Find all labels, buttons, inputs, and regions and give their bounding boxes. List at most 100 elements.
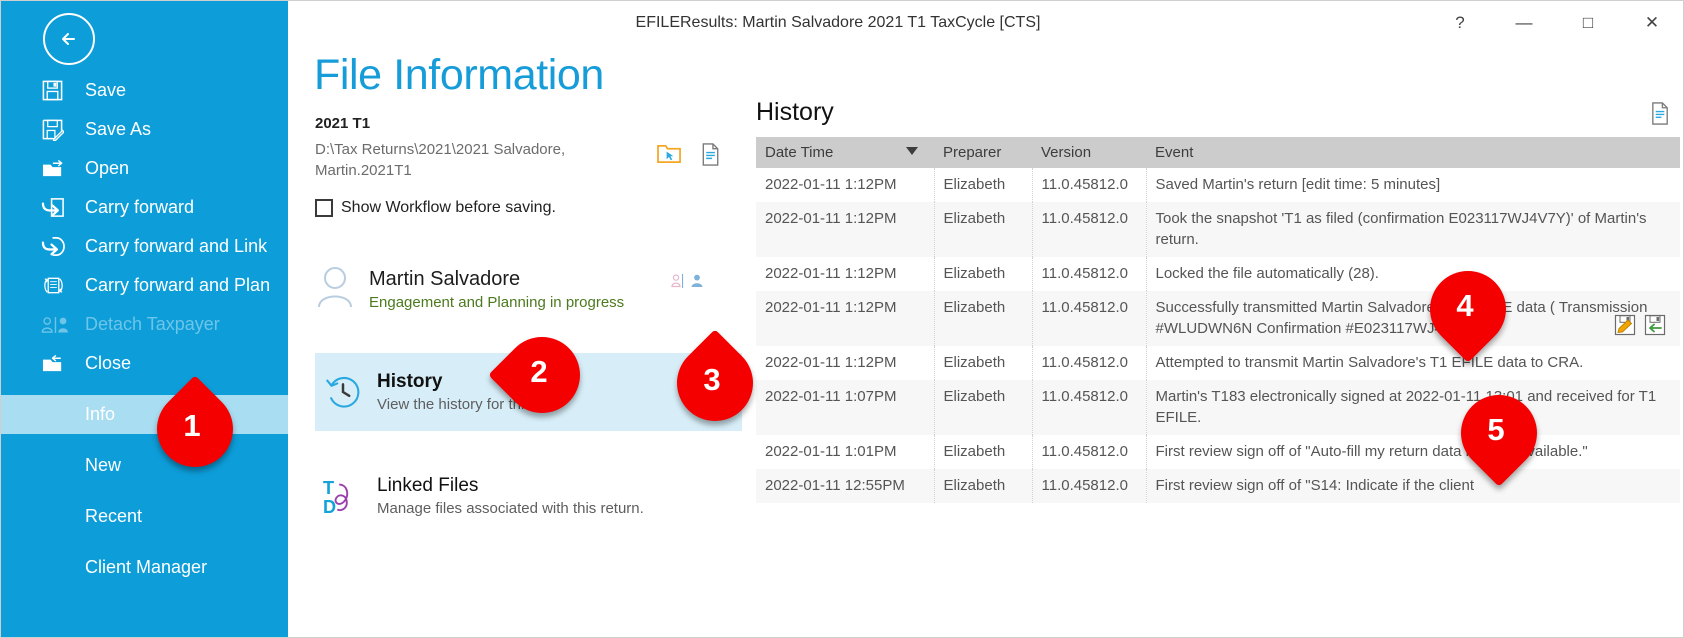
cell-version: 11.0.45812.0 bbox=[1032, 202, 1147, 257]
close-folder-icon bbox=[41, 351, 71, 377]
linked-files-card-subtitle: Manage files associated with this return… bbox=[377, 499, 644, 517]
history-card-subtitle: View the history for this file. bbox=[377, 395, 560, 413]
history-card[interactable]: History View the history for this file. bbox=[315, 353, 742, 431]
sidebar-item-save-as[interactable]: Save As bbox=[1, 110, 288, 149]
taxpayer-badges bbox=[671, 273, 704, 294]
page-title: File Information bbox=[314, 51, 604, 99]
row-action-buttons bbox=[1614, 314, 1666, 342]
file-properties-icon[interactable] bbox=[699, 142, 723, 172]
minimize-button[interactable]: — bbox=[1492, 1, 1556, 45]
table-row[interactable]: 2022-01-11 12:55PM Elizabeth 11.0.45812.… bbox=[756, 469, 1680, 503]
sidebar-item-carry-forward-and-plan[interactable]: Carry forward and Plan bbox=[1, 266, 288, 305]
person-icon[interactable] bbox=[690, 273, 704, 294]
restore-snapshot-icon[interactable] bbox=[1644, 314, 1666, 342]
taxpayer-status: Engagement and Planning in progress bbox=[369, 293, 625, 311]
cell-preparer: Elizabeth bbox=[934, 257, 1033, 291]
column-header-event[interactable]: Event bbox=[1146, 137, 1680, 168]
sidebar-item-detach-taxpayer: Detach Taxpayer bbox=[1, 305, 288, 344]
sidebar-item-carry-forward[interactable]: Carry forward bbox=[1, 188, 288, 227]
cell-version: 11.0.45812.0 bbox=[1032, 469, 1147, 503]
open-snapshot-icon[interactable] bbox=[1614, 314, 1636, 342]
sort-descending-icon bbox=[906, 147, 918, 155]
column-header-version[interactable]: Version bbox=[1032, 137, 1146, 168]
cell-version: 11.0.45812.0 bbox=[1032, 257, 1147, 291]
couple-link-icon[interactable] bbox=[671, 273, 687, 294]
sidebar-item-label: Save As bbox=[85, 119, 152, 139]
table-row[interactable]: 2022-01-11 1:07PM Elizabeth 11.0.45812.0… bbox=[756, 380, 1680, 435]
cell-date-time: 2022-01-11 1:12PM bbox=[756, 168, 935, 202]
open-containing-folder-icon[interactable] bbox=[656, 142, 683, 170]
window-controls: ? — □ ✕ bbox=[1428, 1, 1683, 45]
table-row[interactable]: 2022-01-11 1:01PM Elizabeth 11.0.45812.0… bbox=[756, 435, 1680, 469]
linked-files-card[interactable]: T D Linked Files Manage files associated… bbox=[315, 457, 742, 535]
cell-date-time: 2022-01-11 1:12PM bbox=[756, 346, 935, 380]
sidebar-item-info[interactable]: Info bbox=[1, 395, 288, 434]
carry-forward-link-icon bbox=[41, 234, 71, 260]
table-row[interactable]: 2022-01-11 1:12PM Elizabeth 11.0.45812.0… bbox=[756, 291, 1680, 346]
sidebar-item-label: Carry forward bbox=[85, 197, 195, 217]
carry-forward-icon bbox=[41, 195, 71, 221]
cell-preparer: Elizabeth bbox=[934, 168, 1033, 202]
sidebar-item-label: Save bbox=[85, 80, 127, 100]
file-information-panel: File Information 2021 T1 D:\Tax Returns\… bbox=[288, 45, 751, 637]
column-header-label: Date Time bbox=[765, 143, 834, 161]
table-row[interactable]: 2022-01-11 1:12PM Elizabeth 11.0.45812.0… bbox=[756, 257, 1680, 291]
close-icon: ✕ bbox=[1644, 13, 1660, 32]
taxpayer-summary[interactable]: Martin Salvadore Engagement and Planning… bbox=[315, 260, 725, 318]
sidebar-item-client-manager[interactable]: Client Manager bbox=[1, 548, 288, 587]
sidebar-item-label: Carry forward and Plan bbox=[85, 275, 271, 295]
cell-event: Attempted to transmit Martin Salvadore's… bbox=[1155, 354, 1584, 371]
backstage-sidebar: Save Save As Open Carry forward Carry fo… bbox=[1, 1, 288, 637]
show-workflow-checkbox[interactable]: Show Workflow before saving. bbox=[315, 199, 556, 217]
sidebar-item-label: New bbox=[85, 455, 122, 475]
history-clock-icon bbox=[315, 372, 371, 412]
cell-date-time: 2022-01-11 12:55PM bbox=[756, 469, 935, 503]
export-document-icon[interactable] bbox=[1649, 101, 1672, 131]
help-button[interactable]: ? bbox=[1428, 1, 1492, 45]
open-folder-icon bbox=[41, 156, 71, 182]
cell-event: Martin's T183 electronically signed at 2… bbox=[1155, 388, 1657, 426]
close-button[interactable]: ✕ bbox=[1620, 1, 1683, 45]
maximize-icon: □ bbox=[1582, 13, 1594, 32]
cell-preparer: Elizabeth bbox=[934, 380, 1033, 435]
history-table-container[interactable]: Date Time Preparer Version Event 2022-01… bbox=[756, 137, 1683, 637]
sidebar-item-label: Close bbox=[85, 353, 132, 373]
history-panel: History Date Time Preparer Version Event… bbox=[751, 45, 1683, 637]
cell-version: 11.0.45812.0 bbox=[1032, 346, 1147, 380]
cell-version: 11.0.45812.0 bbox=[1032, 291, 1147, 346]
checkbox-box[interactable] bbox=[315, 199, 333, 217]
taxpayer-text: Martin Salvadore Engagement and Planning… bbox=[361, 266, 624, 313]
table-row[interactable]: 2022-01-11 1:12PM Elizabeth 11.0.45812.0… bbox=[756, 168, 1680, 202]
sidebar-item-label: Detach Taxpayer bbox=[85, 314, 220, 334]
table-row[interactable]: 2022-01-11 1:12PM Elizabeth 11.0.45812.0… bbox=[756, 202, 1680, 257]
history-header-row: Date Time Preparer Version Event bbox=[756, 137, 1680, 168]
column-header-date-time[interactable]: Date Time bbox=[756, 137, 934, 168]
back-arrow-icon bbox=[62, 33, 75, 45]
detach-taxpayer-icon bbox=[41, 312, 71, 338]
sidebar-item-label: Open bbox=[85, 158, 130, 178]
cell-version: 11.0.45812.0 bbox=[1032, 168, 1147, 202]
window-title-bar: EFILEResults: Martin Salvadore 2021 T1 T… bbox=[288, 1, 1683, 45]
cell-event-text: Successfully transmitted Martin Salvador… bbox=[1155, 299, 1648, 337]
column-header-label: Event bbox=[1155, 143, 1194, 161]
sidebar-item-new[interactable]: New bbox=[1, 446, 288, 485]
cell-preparer: Elizabeth bbox=[934, 469, 1033, 503]
carry-forward-plan-icon bbox=[41, 273, 71, 299]
svg-text:D: D bbox=[323, 497, 336, 517]
cell-event: Saved Martin's return [edit time: 5 minu… bbox=[1155, 176, 1441, 193]
save-icon bbox=[41, 78, 71, 104]
history-card-text: History View the history for this file. bbox=[371, 369, 559, 416]
cell-event: Locked the file automatically (28). bbox=[1155, 265, 1379, 282]
sidebar-item-label: Recent bbox=[85, 506, 143, 526]
sidebar-item-close[interactable]: Close bbox=[1, 344, 288, 383]
sidebar-item-recent[interactable]: Recent bbox=[1, 497, 288, 536]
table-row[interactable]: 2022-01-11 1:12PM Elizabeth 11.0.45812.0… bbox=[756, 346, 1680, 380]
person-avatar-icon bbox=[315, 265, 361, 314]
file-path-text: D:\Tax Returns\2021\2021 Salvadore, Mart… bbox=[315, 141, 566, 179]
sidebar-item-save[interactable]: Save bbox=[1, 71, 288, 110]
sidebar-item-carry-forward-and-link[interactable]: Carry forward and Link bbox=[1, 227, 288, 266]
maximize-button[interactable]: □ bbox=[1556, 1, 1620, 45]
column-header-preparer[interactable]: Preparer bbox=[934, 137, 1032, 168]
back-button[interactable] bbox=[43, 13, 95, 65]
sidebar-item-open[interactable]: Open bbox=[1, 149, 288, 188]
